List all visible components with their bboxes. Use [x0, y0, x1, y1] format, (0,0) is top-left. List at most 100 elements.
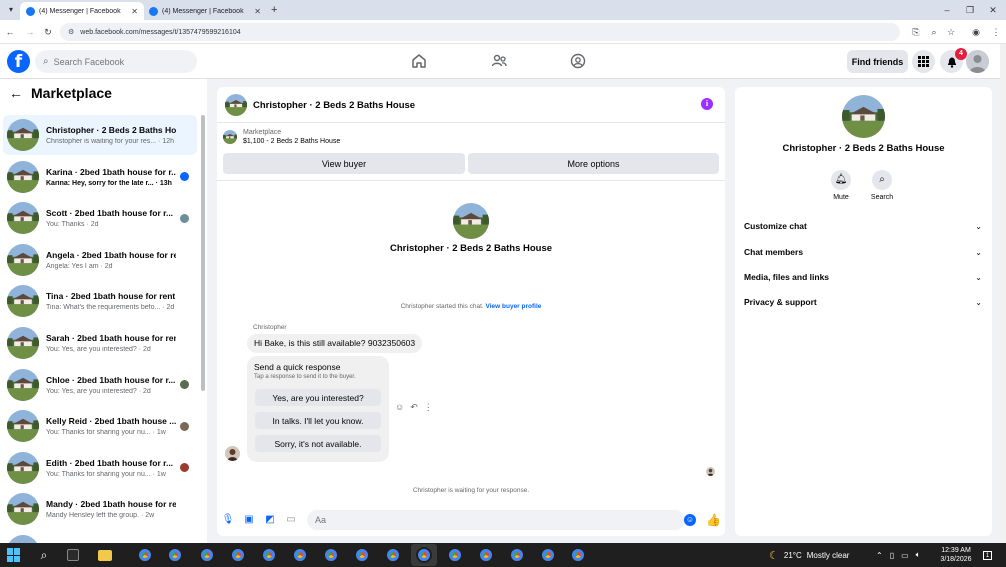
chrome-app-icon[interactable]: [540, 547, 556, 563]
facebook-search[interactable]: ⌕: [35, 50, 197, 73]
quick-response-in-talks[interactable]: In talks. I'll let you know.: [255, 412, 381, 429]
conversation-item[interactable]: Scott · 2bed 1bath house for r... You: Th…: [3, 198, 197, 238]
chevron-down-icon: ⌄: [975, 221, 982, 231]
chrome-app-icon[interactable]: [292, 547, 308, 563]
chrome-app-icon[interactable]: [416, 547, 432, 563]
listing-summary[interactable]: Marketplace $1,100 - 2 Beds 2 Baths Hous…: [223, 129, 340, 145]
conversation-item[interactable]: Mandy · 2bed 1bath house for re... Mandy …: [3, 489, 197, 529]
message-input[interactable]: [307, 510, 685, 530]
chrome-app-icon[interactable]: [385, 547, 401, 563]
chrome-app-icon[interactable]: [230, 547, 246, 563]
account-avatar[interactable]: [966, 50, 989, 73]
conversation-item[interactable]: Micheala · 2bed 1bath house for ...: [3, 531, 197, 543]
chrome-app-icon[interactable]: [570, 547, 586, 563]
taskbar-clock[interactable]: 12:39 AM 3/18/2026: [936, 546, 976, 564]
more-vertical-icon[interactable]: ⋮: [424, 402, 433, 413]
conversation-item[interactable]: Kelly Reid · 2bed 1bath house ... You: Th…: [3, 406, 197, 446]
chrome-app-icon[interactable]: [447, 547, 463, 563]
conversation-snippet: Mandy Hensley left the group. · 2w: [46, 512, 155, 520]
read-receipt-avatar: [180, 421, 189, 431]
conversation-item[interactable]: Christopher · 2 Beds 2 Baths Ho... Christ…: [3, 115, 197, 155]
page-scrollbar[interactable]: [1000, 44, 1006, 543]
facebook-logo[interactable]: f: [7, 50, 30, 73]
bookmark-star-icon[interactable]: ☆: [945, 25, 957, 39]
site-info-icon[interactable]: ⚙: [68, 28, 74, 36]
quick-response-not-available[interactable]: Sorry, it's not available.: [255, 435, 381, 452]
chrome-app-icon[interactable]: [478, 547, 494, 563]
restore-button[interactable]: ❐: [963, 3, 977, 17]
conversation-item[interactable]: Edith · 2bed 1bath house for r... You: Th…: [3, 448, 197, 488]
zoom-icon[interactable]: ⌕: [928, 25, 940, 39]
browser-tab[interactable]: (4) Messenger | Facebook ✕: [143, 2, 267, 20]
url-bar[interactable]: ⚙ web.facebook.com/messages/t/1357479599…: [60, 23, 900, 41]
close-tab-icon[interactable]: ✕: [254, 7, 261, 16]
conversation-item[interactable]: Angela · 2bed 1bath house for re... Angel…: [3, 240, 197, 280]
taskbar-search-icon[interactable]: ⌕: [36, 547, 52, 563]
chrome-app-icon[interactable]: [137, 547, 153, 563]
chevron-up-icon[interactable]: ⌃: [876, 551, 883, 560]
like-thumb-icon[interactable]: 👍: [706, 513, 721, 527]
chrome-app-icon[interactable]: [509, 547, 525, 563]
find-friends-button[interactable]: Find friends: [847, 50, 908, 73]
chat-members-row[interactable]: Chat members ⌄: [744, 244, 982, 260]
info-avatar: [842, 95, 885, 138]
browser-menu-icon[interactable]: ⋮: [990, 25, 1002, 39]
photo-icon[interactable]: ▣: [242, 513, 256, 527]
close-window-button[interactable]: ✕: [986, 3, 1000, 17]
conversation-item[interactable]: Chloe · 2bed 1bath house for r... You: Ye…: [3, 365, 197, 405]
search-in-chat-button[interactable]: ⌕ Search: [862, 170, 902, 201]
windows-start-icon[interactable]: [7, 548, 21, 562]
microphone-icon[interactable]: 🎙: [221, 513, 235, 527]
quick-response-yes[interactable]: Yes, are you interested?: [255, 389, 381, 406]
conversation-item[interactable]: Sarah · 2bed 1bath house for rent You: Ye…: [3, 323, 197, 363]
network-icon[interactable]: ▭: [901, 551, 909, 560]
info-icon[interactable]: i: [701, 98, 713, 110]
reload-icon[interactable]: ↻: [42, 25, 54, 39]
gif-icon[interactable]: ▭: [284, 513, 298, 527]
minimize-button[interactable]: –: [940, 3, 954, 17]
volume-icon[interactable]: 🔈︎: [916, 550, 921, 560]
mute-button[interactable]: 🔔︎ Mute: [821, 170, 861, 201]
emoji-icon[interactable]: ☺: [684, 514, 696, 526]
chrome-app-icon[interactable]: [199, 547, 215, 563]
search-input[interactable]: [53, 56, 184, 67]
conversation-item[interactable]: Tina · 2bed 1bath house for rent Tina: Wh…: [3, 281, 197, 321]
sticker-icon[interactable]: ◩: [263, 513, 277, 527]
close-tab-icon[interactable]: ✕: [131, 7, 138, 16]
chrome-app-icon[interactable]: [167, 547, 183, 563]
home-icon[interactable]: [410, 52, 428, 70]
chrome-app-icon[interactable]: [261, 547, 277, 563]
chrome-app-icon[interactable]: [323, 547, 339, 563]
browser-tab-active[interactable]: (4) Messenger | Facebook ✕: [20, 2, 144, 20]
new-tab-button[interactable]: +: [271, 3, 277, 17]
view-buyer-profile-link[interactable]: View buyer profile: [486, 303, 542, 310]
notification-center[interactable]: 1: [983, 543, 992, 567]
device-icon[interactable]: ▯: [890, 551, 894, 560]
media-files-links-row[interactable]: Media, files and links ⌄: [744, 269, 982, 285]
more-options-button[interactable]: More options: [468, 153, 719, 174]
chat-title[interactable]: Christopher · 2 Beds 2 Baths House: [253, 100, 415, 111]
message-bubble[interactable]: Hi Bake, is this still available? 903235…: [247, 334, 423, 353]
chrome-app-icon[interactable]: [354, 547, 370, 563]
chat-avatar[interactable]: [225, 94, 247, 116]
react-smiley-icon[interactable]: ☺: [395, 402, 404, 413]
view-buyer-button[interactable]: View buyer: [223, 153, 465, 174]
menu-grid-icon[interactable]: [912, 50, 935, 73]
facebook-header: f ⌕ Find friends 4: [0, 44, 1006, 79]
conversation-item[interactable]: Karina · 2bed 1bath house for r... Karina…: [3, 157, 197, 197]
back-arrow-icon[interactable]: ←: [9, 85, 23, 101]
groups-icon[interactable]: [569, 52, 587, 70]
weather-widget[interactable]: ☾ 21°C Mostly clear: [769, 543, 849, 567]
file-explorer-icon[interactable]: [98, 550, 112, 561]
back-arrow-icon[interactable]: ←: [4, 25, 16, 39]
friends-icon[interactable]: [490, 52, 508, 70]
profile-icon[interactable]: ◉: [970, 25, 982, 39]
forward-arrow-icon[interactable]: →: [24, 25, 36, 39]
reply-arrow-icon[interactable]: ↶: [410, 402, 418, 413]
customize-chat-row[interactable]: Customize chat ⌄: [744, 218, 982, 234]
install-app-icon[interactable]: ⎘: [910, 25, 922, 39]
task-view-icon[interactable]: [67, 549, 79, 561]
tab-search-icon[interactable]: ▾: [4, 3, 18, 17]
sidebar-scrollbar[interactable]: [201, 115, 205, 391]
privacy-support-row[interactable]: Privacy & support ⌄: [744, 294, 982, 310]
